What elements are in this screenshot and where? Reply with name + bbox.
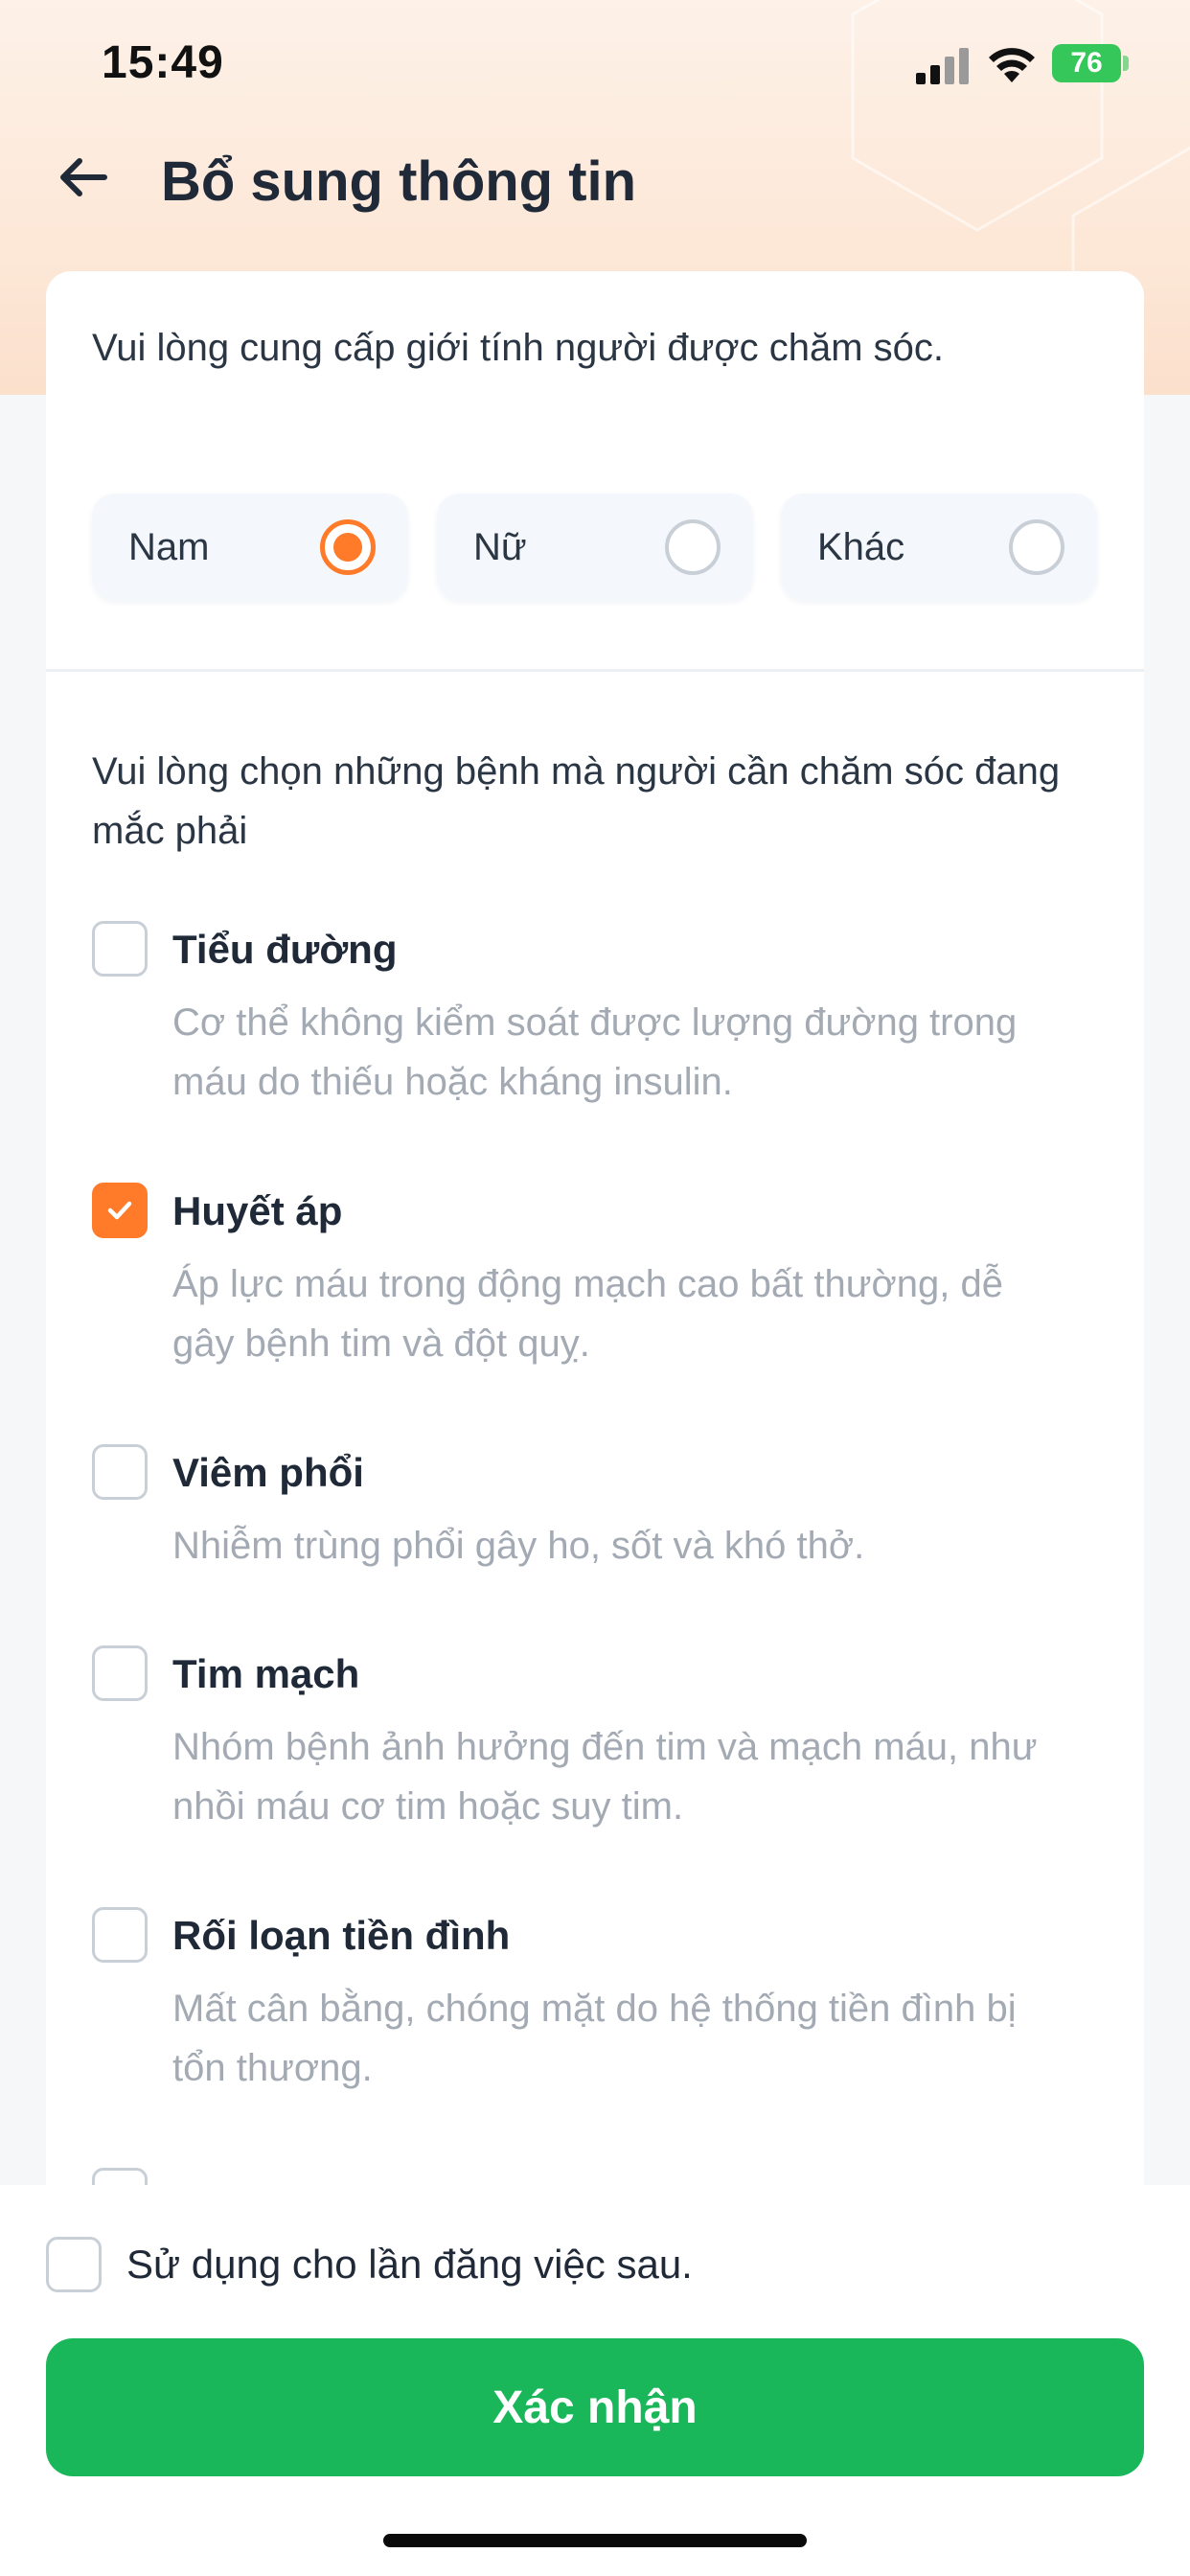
- cellular-signal-icon: [916, 48, 969, 84]
- checkbox-huyet-ap[interactable]: [92, 1183, 148, 1238]
- disease-title: Tim mạch: [172, 1651, 360, 1696]
- arrow-left-icon: [60, 158, 107, 196]
- disease-description: Nhiễm trùng phổi gây ho, sốt và khó thở.: [172, 1525, 865, 1567]
- save-for-later-label[interactable]: Sử dụng cho lần đăng việc sau.: [126, 2233, 693, 2296]
- status-time: 15:49: [102, 37, 224, 88]
- checkbox-tieu-duong[interactable]: [92, 921, 148, 977]
- disease-description: Nhóm bệnh ảnh hưởng đến tim và mạch máu,…: [172, 1726, 1038, 1828]
- save-for-later-checkbox[interactable]: [46, 2237, 102, 2292]
- disease-title: Rối loạn tiền đình: [172, 1913, 511, 1958]
- checkbox-tim-mach[interactable]: [92, 1645, 148, 1701]
- checkbox-viem-phoi[interactable]: [92, 1444, 148, 1500]
- radio-unselected-icon[interactable]: [665, 519, 721, 575]
- confirm-button-label: Xác nhận: [492, 2381, 698, 2433]
- checkmark-icon: [107, 1201, 132, 1220]
- wifi-icon: [989, 48, 1035, 82]
- status-bar: 15:49 76: [0, 0, 1190, 134]
- gender-option-label: Nam: [128, 526, 210, 568]
- battery-icon: 76: [1052, 44, 1121, 82]
- battery-tip: [1123, 56, 1129, 71]
- page-title: Bổ sung thông tin: [161, 150, 637, 213]
- gender-option-label: Khác: [817, 526, 905, 568]
- disease-title: Tiểu đường: [172, 927, 398, 972]
- home-indicator: [383, 2534, 807, 2547]
- radio-unselected-icon[interactable]: [1009, 519, 1064, 575]
- checkbox-roi-loan-tien-dinh[interactable]: [92, 1907, 148, 1963]
- back-button[interactable]: [50, 144, 117, 211]
- disease-title: Viêm phổi: [172, 1450, 364, 1495]
- disease-description: Áp lực máu trong động mạch cao bất thườn…: [172, 1263, 1003, 1365]
- disease-prompt: Vui lòng chọn những bệnh mà người cần ch…: [92, 750, 1061, 852]
- gender-option-khac[interactable]: Khác: [781, 494, 1097, 601]
- gender-option-label: Nữ: [473, 526, 527, 568]
- disease-description: Mất cân bằng, chóng mặt do hệ thống tiền…: [172, 1988, 1017, 2089]
- gender-option-nam[interactable]: Nam: [92, 494, 408, 601]
- battery-level: 76: [1070, 47, 1103, 79]
- radio-selected-icon[interactable]: [320, 519, 376, 575]
- gender-option-nu[interactable]: Nữ: [437, 494, 753, 601]
- disease-description: Cơ thể không kiểm soát được lượng đường …: [172, 1001, 1018, 1103]
- section-divider: [46, 669, 1144, 672]
- gender-prompt: Vui lòng cung cấp giới tính người được c…: [92, 327, 944, 369]
- confirm-button[interactable]: Xác nhận: [46, 2338, 1144, 2476]
- disease-title: Huyết áp: [172, 1188, 343, 1233]
